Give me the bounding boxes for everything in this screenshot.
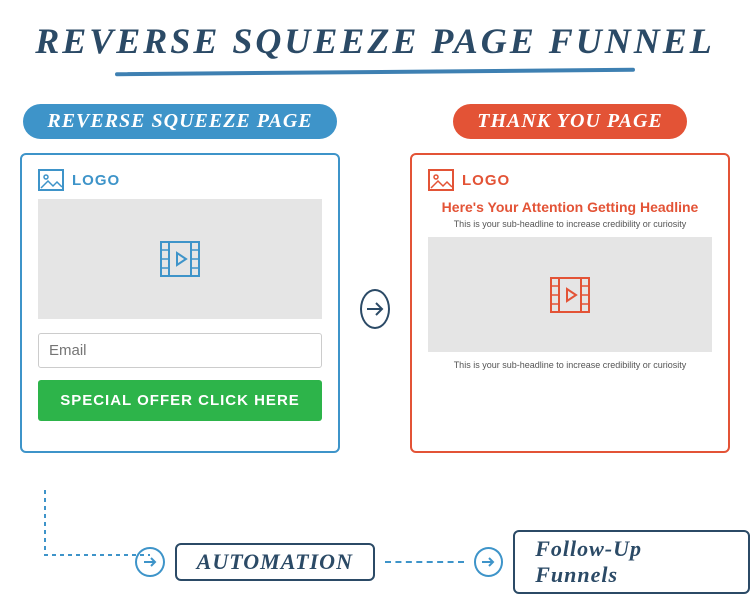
arrow-right-icon bbox=[474, 547, 504, 577]
squeeze-video-placeholder bbox=[38, 199, 322, 319]
special-offer-button[interactable]: SPECIAL OFFER CLICK HERE bbox=[38, 380, 322, 421]
dotted-connector bbox=[385, 561, 464, 563]
thankyou-pill: THANK YOU PAGE bbox=[453, 104, 687, 139]
squeeze-logo-text: LOGO bbox=[72, 172, 120, 189]
thankyou-logo-row: LOGO bbox=[428, 169, 712, 191]
squeeze-pill: REVERSE SQUEEZE PAGE bbox=[23, 104, 336, 139]
page-title: REVERSE SQUEEZE PAGE FUNNEL bbox=[0, 20, 750, 62]
thankyou-logo-text: LOGO bbox=[462, 172, 510, 189]
funnel-row: REVERSE SQUEEZE PAGE LOGO bbox=[0, 104, 750, 453]
arrow-right-icon bbox=[360, 289, 390, 329]
bottom-flow: AUTOMATION Follow-Up Funnels bbox=[36, 530, 750, 594]
thankyou-column: THANK YOU PAGE LOGO Here's Your Attentio… bbox=[410, 104, 730, 453]
title-underline bbox=[115, 68, 635, 77]
thankyou-headline: Here's Your Attention Getting Headline bbox=[428, 199, 712, 215]
video-icon bbox=[550, 277, 590, 313]
squeeze-logo-row: LOGO bbox=[38, 169, 322, 191]
image-icon bbox=[38, 169, 64, 191]
video-icon bbox=[160, 241, 200, 277]
email-field[interactable] bbox=[38, 333, 322, 368]
thankyou-video-placeholder bbox=[428, 237, 712, 352]
automation-box: AUTOMATION bbox=[175, 543, 375, 581]
squeeze-column: REVERSE SQUEEZE PAGE LOGO bbox=[20, 104, 340, 453]
squeeze-card: LOGO SPECIAL OFFER CLICK HERE bbox=[20, 153, 340, 453]
followup-box: Follow-Up Funnels bbox=[513, 530, 750, 594]
thankyou-card: LOGO Here's Your Attention Getting Headl… bbox=[410, 153, 730, 453]
image-icon bbox=[428, 169, 454, 191]
arrow-right-icon bbox=[135, 547, 165, 577]
thankyou-subhead-top: This is your sub-headline to increase cr… bbox=[428, 219, 712, 229]
thankyou-subhead-bottom: This is your sub-headline to increase cr… bbox=[428, 360, 712, 370]
